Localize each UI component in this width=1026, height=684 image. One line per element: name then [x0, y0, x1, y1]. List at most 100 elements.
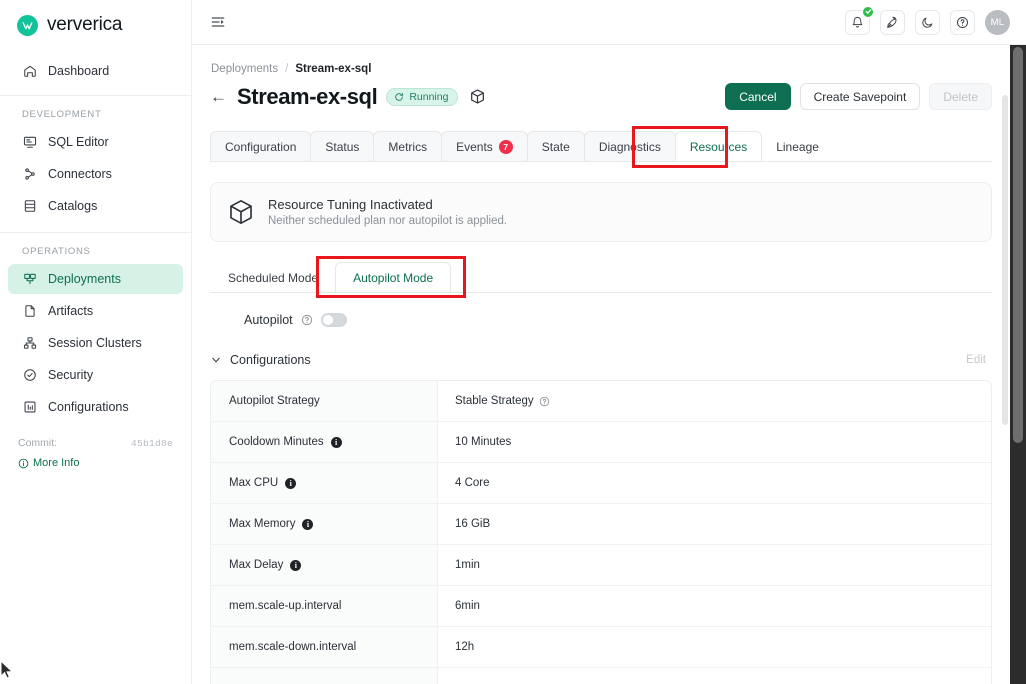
info-icon[interactable]: i — [302, 518, 314, 530]
tab-lineage[interactable]: Lineage — [761, 131, 834, 161]
page-scrollbar[interactable] — [1010, 45, 1026, 684]
notification-badge — [862, 5, 874, 18]
breadcrumb-current: Stream-ex-sql — [295, 63, 372, 75]
table-row: Max CPU i 4 Core — [211, 463, 991, 504]
bell-icon[interactable] — [845, 5, 874, 35]
mode-tab-label: Autopilot Mode — [353, 270, 434, 285]
commit-hash: 45b1d8e — [130, 438, 173, 449]
page-title: Stream-ex-sql — [237, 83, 378, 109]
more-info-link[interactable]: More Info — [18, 457, 173, 469]
sidebar-item-catalogs[interactable]: Catalogs — [8, 191, 183, 221]
autopilot-label: Autopilot — [244, 313, 293, 327]
session-clusters-icon — [22, 336, 37, 351]
table-value-label: 6min — [455, 600, 480, 612]
mode-tab-autopilot[interactable]: Autopilot Mode — [335, 262, 452, 292]
events-count-badge: 7 — [498, 139, 513, 154]
question-circle-icon[interactable] — [301, 314, 313, 326]
tab-label: Events — [456, 139, 493, 154]
info-icon[interactable]: i — [285, 477, 297, 489]
table-cell-value: 6min — [438, 586, 991, 626]
sidebar-item-connectors[interactable]: Connectors — [8, 159, 183, 189]
sidebar-item-label: Dashboard — [48, 64, 110, 78]
rocket-icon[interactable] — [880, 9, 905, 35]
sidebar-item-label: Deployments — [48, 272, 121, 286]
tab-diagnostics[interactable]: Diagnostics — [583, 131, 676, 161]
status-badge-label: Running — [409, 90, 449, 103]
table-key-label: mem.scale-down.interval — [229, 641, 357, 653]
table-cell-value: Stable Strategy — [438, 381, 991, 421]
sidebar-item-security[interactable]: Security — [8, 360, 183, 390]
cancel-button[interactable]: Cancel — [725, 83, 791, 110]
sidebar-item-artifacts[interactable]: Artifacts — [8, 296, 183, 326]
tab-bar: Configuration Status Metrics Events 7 St… — [210, 131, 992, 162]
sidebar-item-label: Session Clusters — [48, 336, 142, 350]
sidebar-collapse-icon[interactable] — [206, 10, 230, 34]
sidebar-item-session-clusters[interactable]: Session Clusters — [8, 328, 183, 358]
cube-outline-icon — [227, 198, 255, 226]
table-cell-value: 12h — [438, 627, 991, 667]
table-row: Cooldown Minutes i 10 Minutes — [211, 422, 991, 463]
moon-icon[interactable] — [915, 9, 940, 35]
sidebar-item-deployments[interactable]: Deployments — [8, 264, 183, 294]
sidebar-group-development: DEVELOPMENT — [22, 109, 102, 120]
content-scrollbar-thumb[interactable] — [1002, 95, 1008, 425]
topbar: ML — [192, 0, 1026, 45]
app-root: ververica Dashboard DEVELOPMENT SQL Edit… — [0, 0, 1026, 684]
configurations-edit-button: Edit — [966, 354, 986, 366]
table-row: Max Delay i 1min — [211, 545, 991, 586]
table-cell-key: mem.scale-down.interval — [211, 627, 438, 667]
resource-tuning-notice: Resource Tuning Inactivated Neither sche… — [210, 182, 992, 242]
more-info-label: More Info — [33, 457, 80, 469]
cube-icon[interactable] — [469, 88, 486, 105]
breadcrumb: Deployments / Stream-ex-sql — [210, 63, 992, 75]
info-icon[interactable]: i — [330, 436, 342, 448]
tab-resources[interactable]: Resources — [674, 131, 763, 161]
sidebar-item-configurations[interactable]: Configurations — [8, 392, 183, 422]
delete-button: Delete — [929, 83, 992, 110]
configurations-collapse-toggle[interactable]: Configurations — [210, 353, 311, 367]
sidebar-item-sql-editor[interactable]: SQL Editor — [8, 127, 183, 157]
sidebar-group-operations: OPERATIONS — [22, 246, 91, 257]
table-cell-value: 1min — [438, 545, 991, 585]
table-value-label: 10 Minutes — [455, 436, 512, 448]
table-value-label: 4 Core — [455, 477, 490, 489]
info-circle-icon — [18, 458, 29, 469]
avatar[interactable]: ML — [985, 9, 1010, 35]
table-row — [211, 668, 991, 684]
back-arrow-icon[interactable]: ← — [210, 88, 227, 105]
table-cell-key: Autopilot Strategy — [211, 381, 438, 421]
brand-logo[interactable]: ververica — [0, 0, 191, 50]
page-scrollbar-thumb[interactable] — [1013, 47, 1023, 443]
table-row: Max Memory i 16 GiB — [211, 504, 991, 545]
table-row: mem.scale-down.interval 12h — [211, 627, 991, 668]
tab-status[interactable]: Status — [310, 131, 375, 161]
info-icon[interactable]: i — [290, 559, 302, 571]
create-savepoint-button[interactable]: Create Savepoint — [799, 83, 921, 110]
tab-metrics[interactable]: Metrics — [373, 131, 443, 161]
notice-subtitle: Neither scheduled plan nor autopilot is … — [268, 215, 508, 227]
tab-events[interactable]: Events 7 — [441, 131, 528, 161]
configurations-header: Configurations Edit — [210, 353, 992, 367]
ververica-logo-icon — [17, 14, 38, 36]
table-key-label: Cooldown Minutes — [229, 436, 324, 448]
refresh-icon — [394, 92, 404, 102]
configurations-icon — [22, 400, 37, 415]
sidebar-item-label: Connectors — [48, 167, 112, 181]
question-circle-icon[interactable] — [539, 396, 551, 407]
help-circle-icon[interactable] — [950, 9, 975, 35]
status-badge: Running — [386, 87, 459, 106]
table-cell-value: 10 Minutes — [438, 422, 991, 462]
sidebar: ververica Dashboard DEVELOPMENT SQL Edit… — [0, 0, 192, 684]
tabs-wrapper: Configuration Status Metrics Events 7 St… — [210, 126, 992, 168]
autopilot-toggle[interactable] — [320, 313, 347, 327]
sidebar-item-label: Security — [48, 368, 94, 382]
mode-tabs-wrapper: Scheduled Mode Autopilot Mode — [210, 256, 992, 298]
tab-state[interactable]: State — [526, 131, 585, 161]
sidebar-item-dashboard[interactable]: Dashboard — [8, 56, 183, 86]
breadcrumb-parent[interactable]: Deployments — [211, 63, 278, 75]
tab-configuration[interactable]: Configuration — [210, 131, 312, 161]
mode-tab-scheduled[interactable]: Scheduled Mode — [210, 262, 337, 292]
table-value-label: 12h — [455, 641, 475, 653]
connectors-icon — [22, 167, 37, 182]
content-scrollbar[interactable] — [1002, 95, 1008, 425]
